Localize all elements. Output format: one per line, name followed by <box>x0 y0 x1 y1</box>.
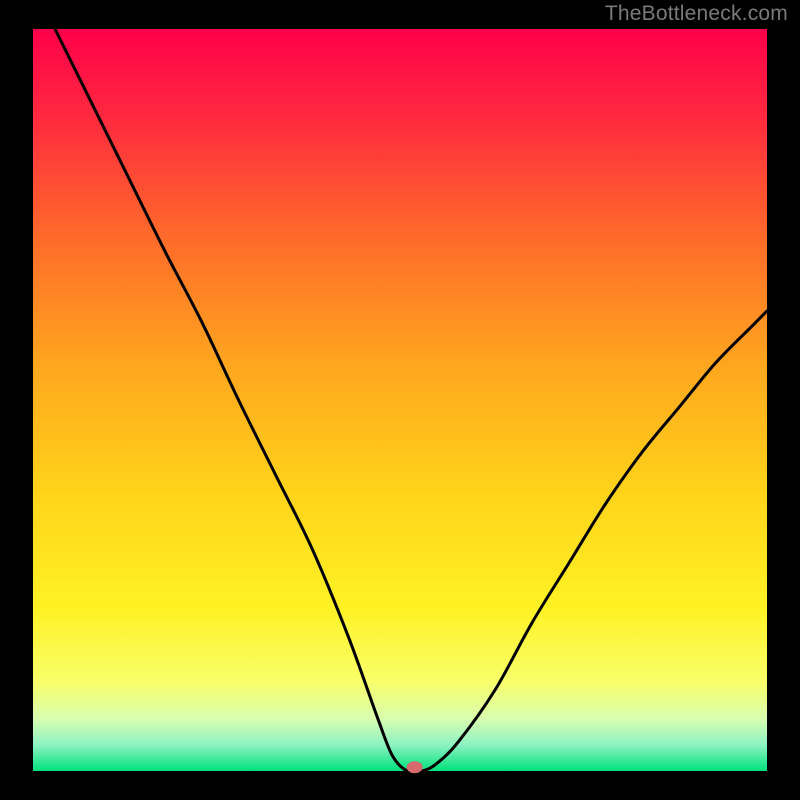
current-config-marker <box>407 761 423 773</box>
bottleneck-chart <box>0 0 800 800</box>
watermark-text: TheBottleneck.com <box>605 2 788 26</box>
chart-stage: TheBottleneck.com <box>0 0 800 800</box>
plot-background <box>33 29 767 771</box>
